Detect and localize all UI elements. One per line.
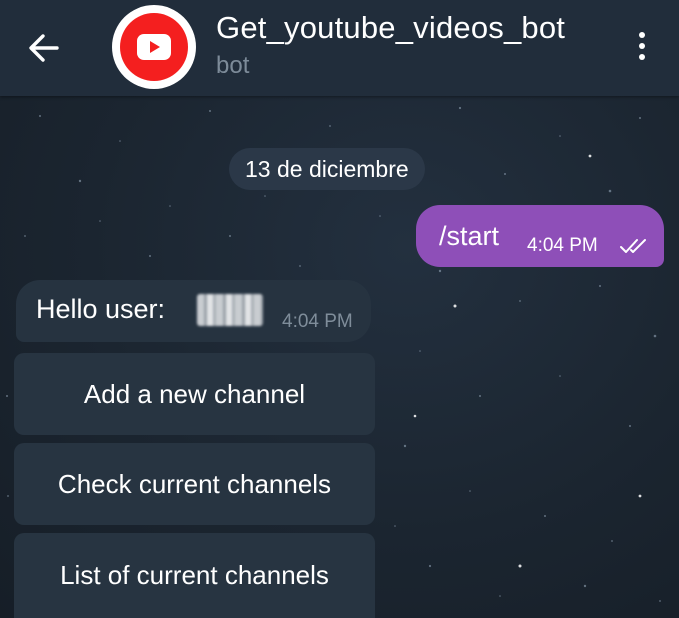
message-text: Hello user: xyxy=(36,294,166,324)
more-vertical-icon-dot xyxy=(639,43,645,49)
more-vertical-icon-dot xyxy=(639,54,645,60)
list-channels-button[interactable]: List of current channels xyxy=(14,533,375,618)
avatar-circle xyxy=(120,13,188,81)
more-vertical-icon xyxy=(639,32,645,38)
youtube-play-icon xyxy=(137,34,171,60)
chat-title[interactable]: Get_youtube_videos_bot xyxy=(216,10,565,46)
bot-avatar[interactable] xyxy=(112,5,196,89)
message-text: /start xyxy=(439,221,500,251)
chat-subtitle: bot xyxy=(216,52,250,79)
back-button[interactable] xyxy=(18,22,70,74)
add-channel-button[interactable]: Add a new channel xyxy=(14,353,375,435)
date-separator: 13 de diciembre xyxy=(229,148,425,190)
check-channels-button[interactable]: Check current channels xyxy=(14,443,375,525)
telegram-chat-screen: Get_youtube_videos_bot bot 13 de diciemb… xyxy=(0,0,679,618)
chat-header: Get_youtube_videos_bot bot xyxy=(0,0,679,96)
outgoing-message[interactable]: /start 4:04 PM xyxy=(416,205,664,267)
message-time: 4:04 PM xyxy=(527,235,598,256)
redacted-username xyxy=(197,294,263,326)
arrow-left-icon xyxy=(29,34,59,62)
double-check-icon xyxy=(620,239,646,253)
incoming-message[interactable]: Hello user: 4:04 PM xyxy=(16,280,371,342)
message-time: 4:04 PM xyxy=(282,311,353,332)
more-menu-button[interactable] xyxy=(622,22,662,70)
